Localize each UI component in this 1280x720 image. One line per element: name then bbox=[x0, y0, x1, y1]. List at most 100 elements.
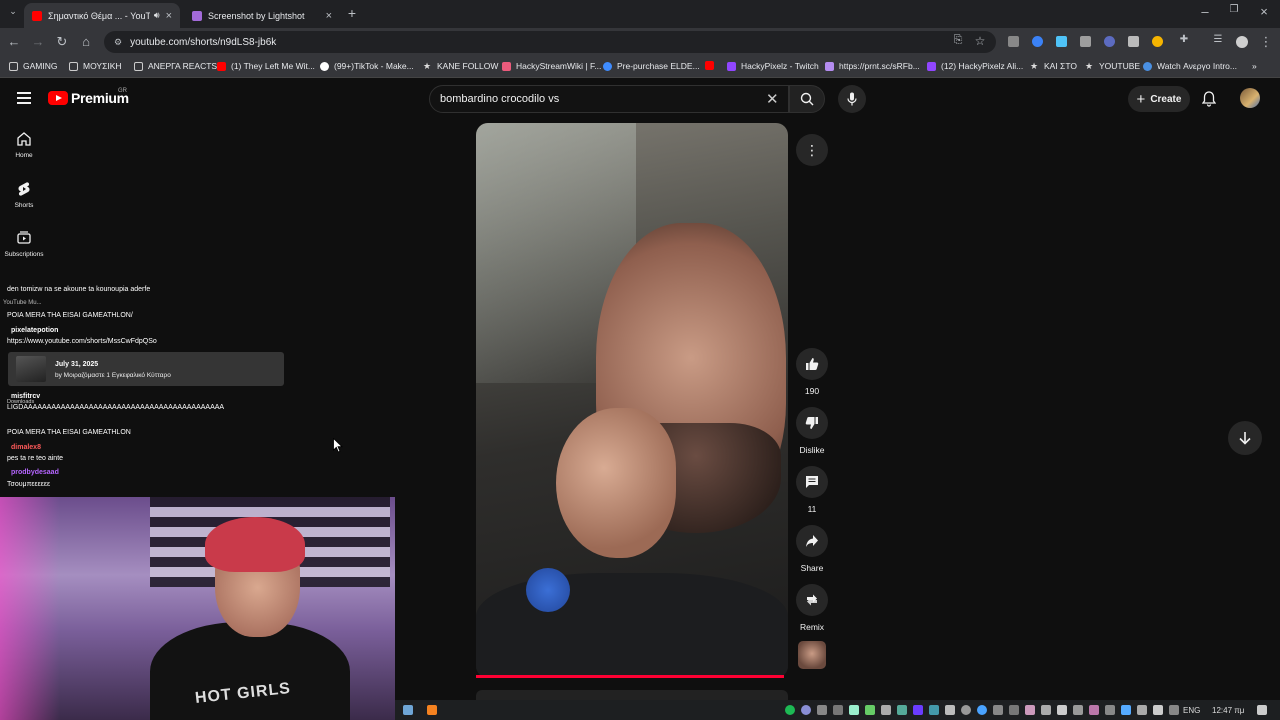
extension-icon[interactable] bbox=[1080, 36, 1091, 47]
extension-icon[interactable] bbox=[1056, 36, 1067, 47]
tray-icon[interactable] bbox=[961, 705, 971, 715]
discord-icon[interactable] bbox=[801, 705, 811, 715]
back-icon[interactable]: ← bbox=[6, 34, 22, 49]
tray-icon[interactable] bbox=[1025, 705, 1035, 715]
spotify-icon[interactable] bbox=[785, 705, 795, 715]
close-tab-icon[interactable]: × bbox=[326, 10, 332, 22]
tray-icon[interactable] bbox=[833, 705, 843, 715]
next-video-button[interactable] bbox=[1228, 421, 1262, 455]
tab-search-icon[interactable]: ⌄ bbox=[5, 6, 21, 17]
app-icon[interactable] bbox=[403, 705, 413, 715]
extension-icon[interactable] bbox=[1128, 36, 1139, 47]
bookmark-item[interactable]: (99+)TikTok - Make... bbox=[320, 61, 414, 71]
bookmark-item[interactable] bbox=[705, 61, 719, 70]
sidebar-item-home[interactable]: Home bbox=[0, 131, 48, 159]
extensions-puzzle-icon[interactable]: ✚ bbox=[1176, 34, 1192, 45]
account-avatar[interactable] bbox=[1240, 88, 1260, 108]
tray-icon[interactable] bbox=[1089, 705, 1099, 715]
forward-icon[interactable]: → bbox=[30, 34, 46, 49]
bookmark-item[interactable]: Pre-purchase ELDE... bbox=[603, 61, 700, 71]
home-button-icon[interactable]: ⌂ bbox=[78, 34, 94, 49]
share-button[interactable]: Share bbox=[794, 525, 830, 573]
language-indicator[interactable]: ENG bbox=[1183, 706, 1200, 715]
tray-icon[interactable] bbox=[993, 705, 1003, 715]
bookmark-item[interactable]: (12) HackyPixelz Ali... bbox=[927, 61, 1023, 71]
tray-icon[interactable] bbox=[1137, 705, 1147, 715]
tray-icon[interactable] bbox=[897, 705, 907, 715]
tray-icon[interactable] bbox=[913, 705, 923, 715]
comments-button[interactable]: 11 bbox=[794, 466, 830, 514]
dislike-button[interactable]: Dislike bbox=[794, 407, 830, 455]
sidebar-item-subscriptions[interactable]: Subscriptions bbox=[0, 230, 48, 258]
tray-icon[interactable] bbox=[945, 705, 955, 715]
search-input[interactable]: bombardino crocodilo vs bbox=[429, 85, 789, 113]
next-short-preview[interactable] bbox=[476, 690, 788, 700]
hamburger-menu-icon[interactable] bbox=[17, 92, 31, 104]
more-options-button[interactable]: ⋮ bbox=[796, 134, 828, 166]
tray-icon[interactable] bbox=[865, 705, 875, 715]
reading-list-icon[interactable]: ☰ bbox=[1210, 34, 1226, 45]
like-button[interactable]: 190 bbox=[794, 348, 830, 396]
tray-icon[interactable] bbox=[1121, 705, 1131, 715]
bookmark-folder-gaming[interactable]: GAMING bbox=[9, 61, 57, 71]
speaker-tray-icon[interactable] bbox=[1057, 705, 1067, 715]
vlc-icon[interactable] bbox=[427, 705, 437, 715]
tray-icon[interactable] bbox=[1073, 705, 1083, 715]
sidebar-item-shorts[interactable]: Shorts bbox=[0, 181, 48, 209]
reload-icon[interactable]: ↻ bbox=[54, 34, 70, 50]
tray-icon[interactable] bbox=[929, 705, 939, 715]
notification-center-icon[interactable] bbox=[1257, 705, 1267, 715]
channel-avatar[interactable] bbox=[798, 641, 826, 669]
bookmark-item[interactable]: (1) They Left Me Wit... bbox=[217, 61, 315, 71]
bookmark-item[interactable]: ★ ΚΑΙ ΣΤΟ bbox=[1030, 61, 1077, 71]
tray-icon[interactable] bbox=[881, 705, 891, 715]
bookmark-item[interactable]: ★ YOUTUBE bbox=[1085, 61, 1140, 71]
bookmark-star-icon[interactable]: ☆ bbox=[972, 34, 988, 48]
extension-icon[interactable] bbox=[1152, 36, 1163, 47]
notifications-bell-icon[interactable] bbox=[1202, 91, 1216, 107]
tray-icon[interactable] bbox=[1009, 705, 1019, 715]
tray-icon[interactable] bbox=[1105, 705, 1115, 715]
speaker-icon[interactable]: 🔊︎ bbox=[154, 10, 160, 21]
tray-icon[interactable] bbox=[817, 705, 827, 715]
bookmark-folder-music[interactable]: ΜΟΥΣΙΚΗ bbox=[69, 61, 122, 71]
browser-menu-icon[interactable]: ⋮ bbox=[1258, 34, 1274, 50]
video-progress-bar[interactable] bbox=[476, 675, 784, 678]
more-bookmarks-icon[interactable]: » bbox=[1252, 61, 1257, 71]
bookmark-item[interactable]: ★ KANE FOLLOW bbox=[423, 61, 498, 71]
clear-search-icon[interactable]: ✕ bbox=[766, 90, 779, 108]
restore-icon[interactable]: ❐ bbox=[1226, 4, 1242, 15]
tray-icon[interactable] bbox=[1153, 705, 1163, 715]
bookmark-item[interactable]: Watch Ανεργο Intro... bbox=[1143, 61, 1237, 71]
clock[interactable]: 12:47 πμ bbox=[1212, 706, 1244, 715]
tab-youtube[interactable]: Σημαντικό Θέμα ... - YouTube 🔊︎ × bbox=[24, 3, 180, 28]
tray-icon[interactable] bbox=[1169, 705, 1179, 715]
bookmark-item[interactable]: HackyStreamWiki | F... bbox=[502, 61, 601, 71]
close-window-icon[interactable]: × bbox=[1256, 4, 1272, 19]
close-tab-icon[interactable]: × bbox=[166, 10, 172, 22]
globe-icon bbox=[1143, 61, 1152, 71]
bookmark-item[interactable]: https://prnt.sc/sRFb... bbox=[825, 61, 920, 71]
tab-lightshot[interactable]: Screenshot by Lightshot × bbox=[184, 3, 340, 28]
minimize-icon[interactable]: – bbox=[1197, 4, 1213, 19]
tray-icon[interactable] bbox=[849, 705, 859, 715]
bookmark-item[interactable]: HackyPixelz - Twitch bbox=[727, 61, 819, 71]
search-button[interactable] bbox=[789, 85, 825, 113]
shorts-video-player[interactable] bbox=[476, 123, 788, 678]
extension-icon[interactable] bbox=[1008, 36, 1019, 47]
notification-card[interactable]: July 31, 2025 by Μοιραζόμαστε 1 Εγκεφαλι… bbox=[8, 352, 284, 386]
install-app-icon[interactable]: ⎘ bbox=[950, 34, 966, 47]
youtube-logo-icon[interactable] bbox=[48, 91, 68, 105]
tray-icon[interactable] bbox=[1041, 705, 1051, 715]
profile-avatar-icon[interactable] bbox=[1236, 36, 1248, 48]
bookmark-folder-reacts[interactable]: ΑΝΕΡΓΑ REACTS bbox=[134, 61, 217, 71]
site-info-icon[interactable]: ⚙ bbox=[114, 37, 122, 48]
extension-icon[interactable] bbox=[1104, 36, 1115, 47]
remix-button[interactable]: Remix bbox=[794, 584, 830, 632]
extension-icon[interactable] bbox=[1032, 36, 1043, 47]
create-button[interactable]: + Create bbox=[1128, 86, 1190, 112]
voice-search-button[interactable] bbox=[838, 85, 866, 113]
address-bar[interactable]: ⚙ youtube.com/shorts/n9dLS8-jb6k bbox=[104, 31, 996, 53]
tray-icon[interactable] bbox=[977, 705, 987, 715]
new-tab-icon[interactable]: + bbox=[344, 5, 360, 21]
